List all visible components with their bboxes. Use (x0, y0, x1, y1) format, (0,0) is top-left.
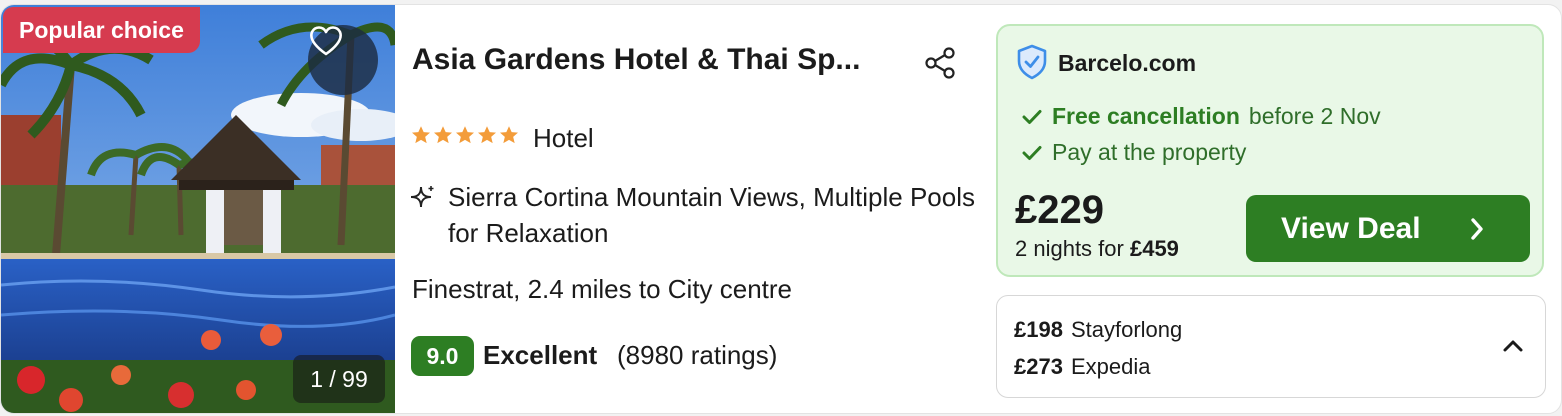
star-icon (434, 126, 452, 144)
view-deal-label: View Deal (1281, 212, 1421, 245)
nightly-price: £229 (1015, 188, 1104, 232)
review-score-badge: 9.0 (411, 336, 474, 376)
amenities-text: Sierra Cortina Mountain Views, Multiple … (448, 182, 975, 248)
other-provider: Expedia (1070, 354, 1151, 379)
hotel-photo[interactable]: Popular choice 1 / 99 (1, 5, 395, 413)
chevron-up-icon (1503, 340, 1523, 352)
share-button[interactable] (923, 47, 957, 84)
favorite-button[interactable] (308, 25, 378, 95)
cancellation-deadline: before 2 Nov (1248, 103, 1381, 129)
star-icon (456, 126, 474, 144)
image-counter: 1 / 99 (293, 355, 385, 403)
total-price-line: 2 nights for £459 (1015, 236, 1179, 262)
rating-count[interactable]: (8980 ratings) (617, 340, 777, 371)
featured-deal[interactable]: Barcelo.com Free cancellation before 2 N… (996, 24, 1544, 277)
pay-at-property-label: Pay at the property (1052, 139, 1247, 165)
heart-icon (310, 26, 342, 56)
check-icon (1022, 145, 1042, 160)
free-cancellation-feature: Free cancellation before 2 Nov (1022, 103, 1381, 130)
view-deal-button[interactable]: View Deal (1246, 195, 1530, 262)
nights-label: 2 nights for (1015, 236, 1124, 261)
free-cancellation-label: Free cancellation (1052, 103, 1240, 129)
collapse-prices-button[interactable] (1502, 339, 1524, 358)
hotel-card[interactable]: Popular choice 1 / 99 Asia Gardens Hotel… (0, 4, 1562, 414)
star-icon (412, 126, 430, 144)
total-price: £459 (1129, 236, 1179, 261)
other-price: £198 (1014, 317, 1063, 342)
share-icon (925, 47, 955, 79)
star-icon (500, 126, 518, 144)
other-provider: Stayforlong (1070, 317, 1183, 342)
other-price-row[interactable]: £273 Expedia (1014, 354, 1150, 380)
chevron-right-icon (1471, 218, 1483, 240)
popular-choice-badge: Popular choice (3, 7, 200, 53)
other-prices-panel[interactable]: £198 Stayforlong £273 Expedia (996, 295, 1546, 398)
other-price-row[interactable]: £198 Stayforlong (1014, 317, 1182, 343)
rating-label: Excellent (483, 340, 598, 370)
other-price: £273 (1014, 354, 1063, 379)
sparkle-icon (410, 185, 436, 216)
location-text: Finestrat, 2.4 miles to City centre (412, 274, 793, 304)
property-type: Hotel (533, 123, 594, 153)
hotel-title[interactable]: Asia Gardens Hotel & Thai Sp... (412, 43, 912, 77)
pay-at-property-feature: Pay at the property (1022, 139, 1246, 166)
check-icon (1022, 109, 1042, 124)
star-icon (478, 126, 496, 144)
deal-provider: Barcelo.com (1058, 50, 1197, 76)
shield-check-icon (1016, 44, 1048, 85)
star-rating (411, 125, 519, 145)
